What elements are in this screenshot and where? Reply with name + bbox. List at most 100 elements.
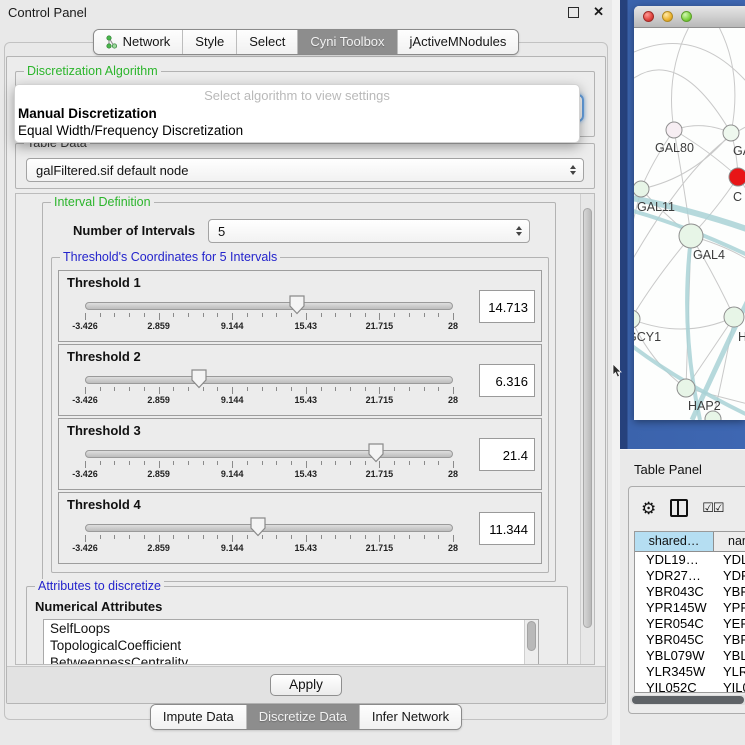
zoom-traffic-light-icon[interactable]	[681, 11, 692, 22]
slider-tick-label: 2.859	[147, 395, 170, 405]
slider-tick-label: 28	[448, 395, 458, 405]
network-view-window: GAL80GACGAL11GAL4GCY1HHAP2	[634, 6, 745, 420]
slider-tick	[453, 461, 454, 468]
network-node[interactable]	[723, 125, 739, 141]
threshold-value-field[interactable]: 11.344	[479, 512, 535, 545]
network-canvas[interactable]: GAL80GACGAL11GAL4GCY1HHAP2	[634, 28, 745, 420]
table-cell: YIL052C	[635, 680, 714, 693]
table-row[interactable]: YBL079WYBL0	[635, 648, 745, 664]
settings-scroll-viewport: Interval Definition Number of Intervals …	[15, 193, 595, 665]
column-split-icon[interactable]	[670, 499, 688, 517]
slider-track[interactable]	[85, 302, 453, 310]
column-header-name[interactable]: name	[714, 532, 745, 552]
slider-tick-label: 15.43	[295, 469, 318, 479]
apply-button[interactable]: Apply	[270, 674, 342, 696]
table-cell: YBL0	[714, 648, 745, 664]
threshold-value-field[interactable]: 21.4	[479, 438, 535, 471]
slider-tick-label: 21.715	[366, 543, 394, 553]
slider-track[interactable]	[85, 524, 453, 532]
network-node[interactable]	[634, 310, 640, 328]
table-data-group: Table Data galFiltered.sif default node	[15, 143, 595, 189]
table-row[interactable]: YER054CYER0	[635, 616, 745, 632]
algorithm-option[interactable]: Equal Width/Frequency Discretization	[18, 123, 243, 138]
threshold-value-field[interactable]: 6.316	[479, 364, 535, 397]
attributes-list-scrollbar[interactable]	[524, 620, 538, 665]
network-edge	[634, 70, 731, 133]
table-cell: YLR3	[714, 664, 745, 680]
number-of-intervals-combobox[interactable]: 5	[208, 219, 530, 243]
slider-tick	[438, 387, 439, 391]
table-row[interactable]: YBR043CYBR0	[635, 584, 745, 600]
bottom-tab-label: Discretize Data	[259, 709, 347, 724]
slider-tick-label: -3.426	[72, 395, 98, 405]
network-node[interactable]	[666, 122, 682, 138]
slider-thumb[interactable]	[191, 369, 207, 389]
slider-tick-label: 9.144	[221, 543, 244, 553]
network-node[interactable]	[724, 307, 744, 327]
top-tab-cyni-toolbox[interactable]: Cyni Toolbox	[297, 30, 396, 54]
close-icon[interactable]: ✕	[593, 4, 604, 20]
algorithm-option[interactable]: Manual Discretization	[18, 106, 157, 121]
table-cell: YER0	[714, 616, 745, 632]
bottom-tab-discretize-data[interactable]: Discretize Data	[246, 705, 359, 729]
top-tab-jactivemnodules[interactable]: jActiveMNodules	[397, 30, 519, 54]
top-tab-style[interactable]: Style	[182, 30, 236, 54]
minimize-traffic-light-icon[interactable]	[662, 11, 673, 22]
slider-tick	[394, 387, 395, 391]
settings-vertical-scrollbar[interactable]	[580, 194, 594, 664]
bottom-tab-infer-network[interactable]: Infer Network	[359, 705, 461, 729]
slider-tick	[129, 461, 130, 465]
network-node[interactable]	[679, 224, 703, 248]
network-window-titlebar[interactable]	[634, 6, 745, 28]
network-node[interactable]	[677, 379, 695, 397]
network-node[interactable]	[634, 181, 649, 197]
slider-tick	[438, 461, 439, 465]
table-data-combobox[interactable]: galFiltered.sif default node	[26, 158, 584, 182]
slider-tick	[188, 387, 189, 391]
slider-tick	[159, 535, 160, 542]
interval-definition-title: Interval Definition	[51, 195, 154, 209]
close-traffic-light-icon[interactable]	[643, 11, 654, 22]
table-row[interactable]: YIL052CYIL0	[635, 680, 745, 693]
attribute-list-item[interactable]: TopologicalCoefficient	[44, 637, 538, 654]
slider-thumb[interactable]	[250, 517, 266, 537]
slider-thumb[interactable]	[289, 295, 305, 315]
slider-tick	[438, 313, 439, 317]
slider-thumb[interactable]	[368, 443, 384, 463]
slider-tick	[144, 387, 145, 391]
column-header-shared-name[interactable]: shared…	[635, 532, 714, 552]
float-window-icon[interactable]	[568, 7, 579, 18]
gear-icon[interactable]: ⚙	[641, 500, 656, 517]
slider-tick-label: 9.144	[221, 469, 244, 479]
table-cell: YDL1	[714, 552, 745, 568]
bottom-tab-label: Impute Data	[163, 709, 234, 724]
slider-track[interactable]	[85, 376, 453, 384]
slider-track[interactable]	[85, 450, 453, 458]
threshold-value-field[interactable]: 14.713	[479, 290, 535, 323]
slider-tick	[114, 387, 115, 391]
combo-arrows-icon	[570, 164, 576, 176]
top-tab-label: Cyni Toolbox	[310, 34, 384, 49]
table-row[interactable]: YBR045CYBR0	[635, 632, 745, 648]
attributes-group: Attributes to discretize Numerical Attri…	[26, 586, 568, 665]
table-row[interactable]: YDL19…YDL1	[635, 552, 745, 568]
checkboxes-icon[interactable]: ☑☑	[702, 500, 723, 516]
slider-tick	[129, 387, 130, 391]
numerical-attributes-list[interactable]: SelfLoopsTopologicalCoefficientBetweenne…	[43, 619, 539, 665]
top-tab-network[interactable]: Network	[94, 30, 183, 54]
slider-tick	[203, 313, 204, 317]
slider-tick	[394, 461, 395, 465]
table-row[interactable]: YLR345WYLR3	[635, 664, 745, 680]
slider-tick	[262, 387, 263, 391]
attribute-list-item[interactable]: BetweennessCentrality	[44, 654, 538, 665]
bottom-tab-impute-data[interactable]: Impute Data	[151, 705, 246, 729]
table-cell: YBR0	[714, 584, 745, 600]
slider-tick	[276, 387, 277, 391]
table-row[interactable]: YPR145WYPR1	[635, 600, 745, 616]
table-horizontal-scrollbar[interactable]	[630, 695, 745, 705]
slider-tick	[453, 387, 454, 394]
top-tab-select[interactable]: Select	[236, 30, 297, 54]
attribute-list-item[interactable]: SelfLoops	[44, 620, 538, 637]
table-row[interactable]: YDR27…YDR2	[635, 568, 745, 584]
network-node[interactable]	[729, 168, 745, 186]
